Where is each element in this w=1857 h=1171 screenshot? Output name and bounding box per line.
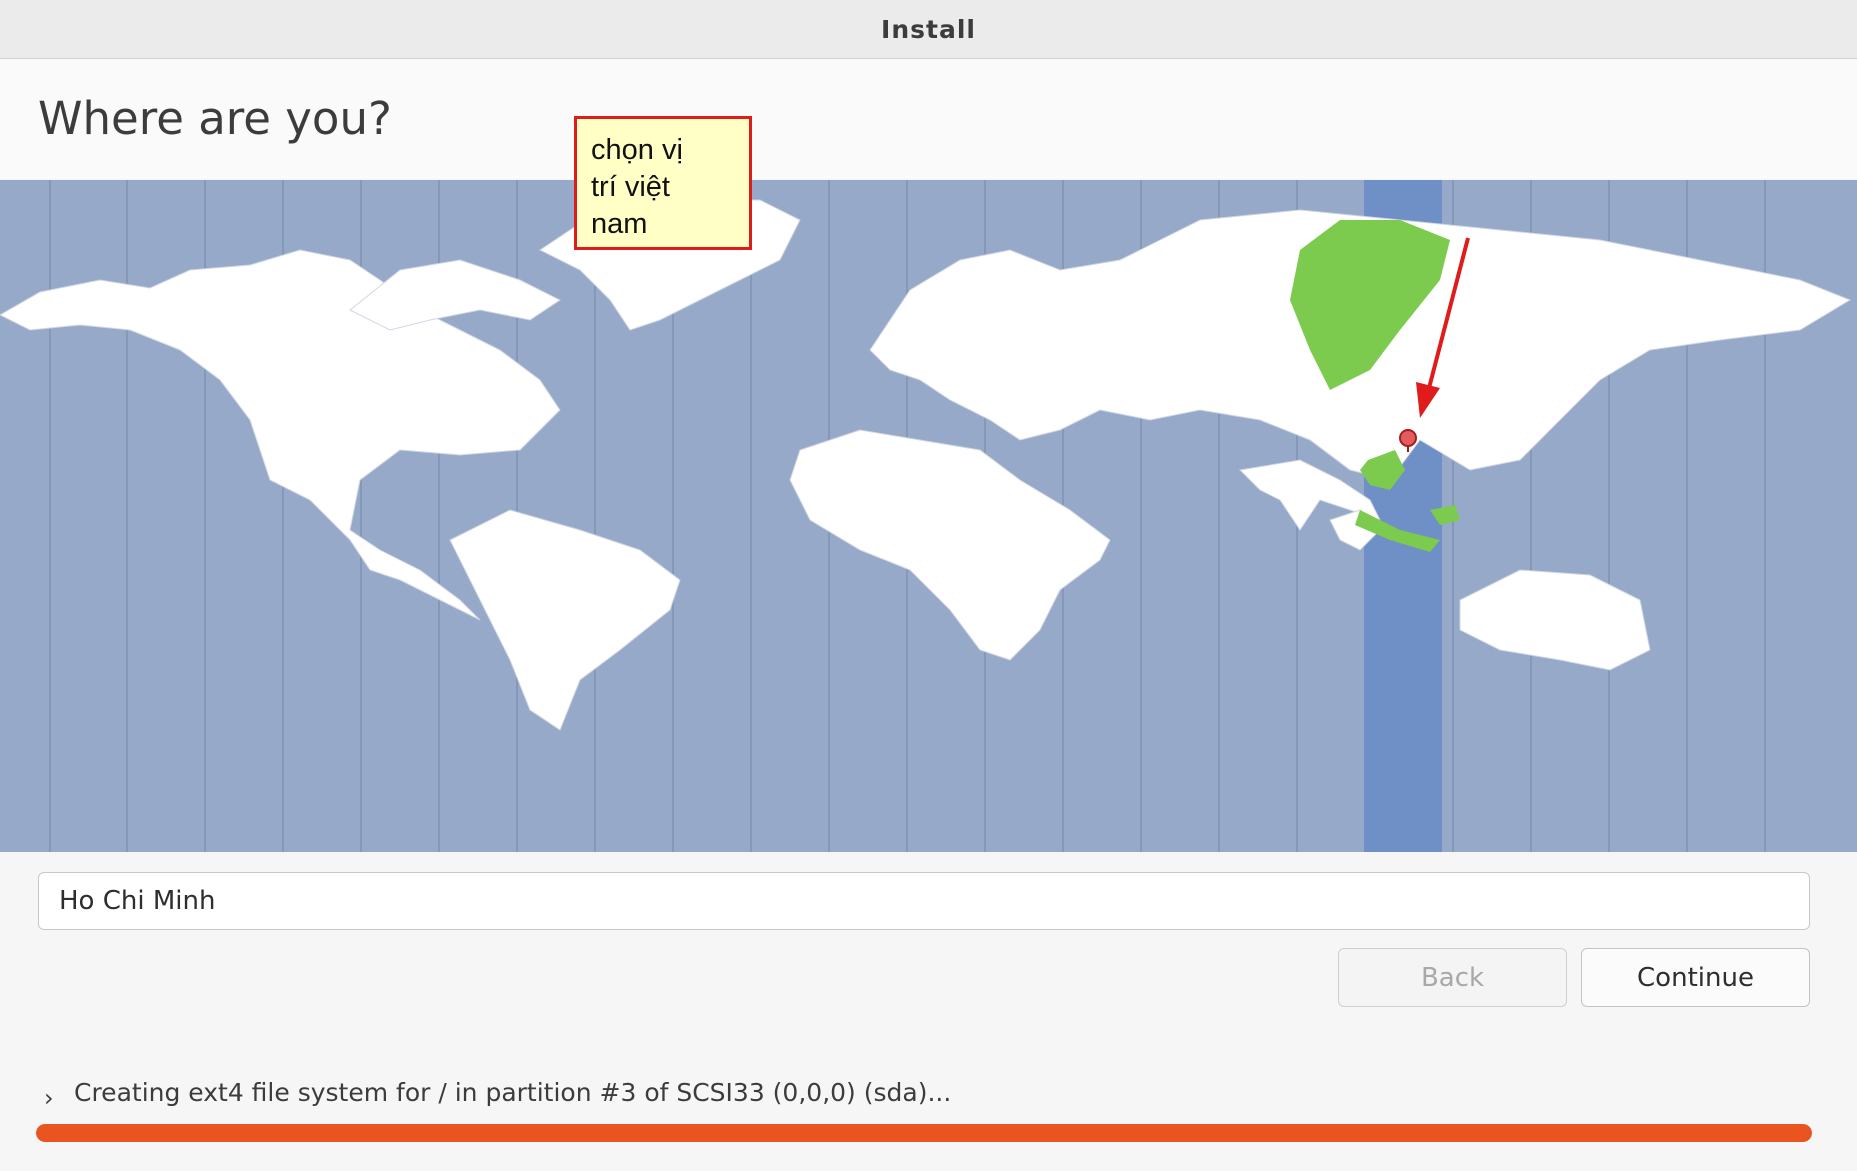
annotation-note: chọn vị trí việt nam <box>574 116 752 250</box>
annotation-line: nam <box>591 208 648 240</box>
window-title: Install <box>881 14 976 44</box>
annotation-line: chọn vị <box>591 134 683 166</box>
install-progress-bar <box>36 1124 1812 1142</box>
status-text: Creating ext4 file system for / in parti… <box>74 1077 952 1107</box>
window-titlebar: Install <box>0 0 1857 59</box>
chevron-right-icon[interactable]: › <box>44 1084 74 1112</box>
install-progress-fill <box>36 1124 1812 1142</box>
timezone-map[interactable] <box>0 180 1857 852</box>
location-input[interactable] <box>38 872 1810 930</box>
continue-button[interactable]: Continue <box>1581 948 1810 1007</box>
install-status[interactable]: › Creating ext4 file system for / in par… <box>44 1072 952 1113</box>
annotation-line: trí việt <box>591 171 670 203</box>
back-button[interactable]: Back <box>1338 948 1567 1007</box>
page-title: Where are you? <box>38 92 392 145</box>
